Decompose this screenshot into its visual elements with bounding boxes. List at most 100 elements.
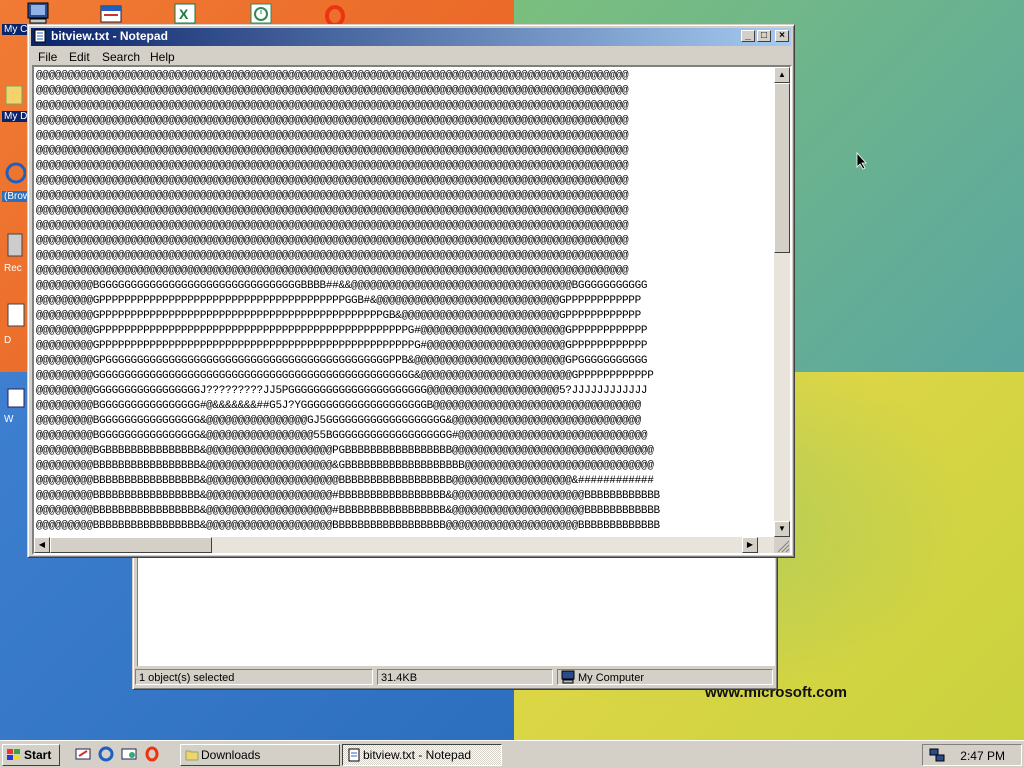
scroll-up-button[interactable]: ▲ (774, 67, 790, 83)
taskbar: Start Downloads bitview.txt - Notepad 2:… (0, 740, 1024, 768)
minimize-icon: _ (745, 30, 751, 41)
internet-explorer-icon[interactable] (98, 746, 114, 762)
text-line: @@@@@@@@@GPGGGGGGGGGGGGGGGGGGGGGGGGGGGGG… (36, 355, 648, 367)
network-tray-icon[interactable] (929, 747, 945, 763)
text-line: @@@@@@@@@BBBBBBBBBBBBBBBBB&@@@@@@@@@@@@@… (36, 490, 660, 502)
desktop-icon-label: (Brow (2, 191, 31, 202)
browser-icon (5, 162, 27, 184)
start-label: Start (24, 748, 52, 762)
desktop-icon-my-computer[interactable]: My C (2, 22, 30, 35)
notepad-edit-area[interactable]: @@@@@@@@@@@@@@@@@@@@@@@@@@@@@@@@@@@@@@@@… (32, 65, 792, 555)
text-line: @@@@@@@@@BGGGGGGGGGGGGGGGG&@@@@@@@@@@@@@… (36, 430, 648, 442)
my-documents-icon (5, 85, 23, 105)
arrow-left-icon: ◀ (38, 540, 46, 549)
taskbar-button-downloads[interactable]: Downloads (180, 744, 340, 766)
outlook-icon[interactable] (98, 2, 124, 24)
text-line: @@@@@@@@@@@@@@@@@@@@@@@@@@@@@@@@@@@@@@@@… (36, 205, 629, 217)
text-line: @@@@@@@@@@@@@@@@@@@@@@@@@@@@@@@@@@@@@@@@… (36, 130, 629, 142)
text-line: @@@@@@@@@BGGGGGGGGGGGGGGGGGGGGGGGGGGGGGG… (36, 280, 648, 292)
text-line: @@@@@@@@@@@@@@@@@@@@@@@@@@@@@@@@@@@@@@@@… (36, 85, 629, 97)
text-line: @@@@@@@@@GPPPPPPPPPPPPPPPPPPPPPPPPPPPPPP… (36, 295, 641, 307)
text-line: @@@@@@@@@GPPPPPPPPPPPPPPPPPPPPPPPPPPPPPP… (36, 325, 648, 337)
notepad-icon (34, 29, 46, 43)
text-line: @@@@@@@@@BBBBBBBBBBBBBBBBB&@@@@@@@@@@@@@… (36, 460, 654, 472)
close-button[interactable]: × (775, 30, 789, 42)
resize-grip-icon (777, 540, 790, 553)
desktop-icon-word[interactable]: W (2, 385, 30, 425)
text-line: @@@@@@@@@BGGGGGGGGGGGGGGGG&@@@@@@@@@@@@@… (36, 415, 641, 427)
menu-edit[interactable]: Edit (69, 50, 90, 64)
status-size: 31.4KB (377, 669, 553, 685)
text-line: @@@@@@@@@BBBBBBBBBBBBBBBBB&@@@@@@@@@@@@@… (36, 520, 660, 532)
desktop-icon-document[interactable]: D (2, 300, 30, 346)
scroll-down-button[interactable]: ▼ (774, 521, 790, 537)
status-location: My Computer (557, 669, 773, 685)
scroll-left-button[interactable]: ◀ (34, 537, 50, 553)
horizontal-scroll-thumb[interactable] (50, 537, 212, 553)
text-line: @@@@@@@@@BBBBBBBBBBBBBBBBB&@@@@@@@@@@@@@… (36, 505, 660, 517)
outlook-express-icon[interactable] (121, 746, 137, 762)
text-line: @@@@@@@@@GGGGGGGGGGGGGGGGGGGGGGGGGGGGGGG… (36, 370, 654, 382)
status-selection: 1 object(s) selected (135, 669, 373, 685)
scheduler-icon[interactable] (248, 2, 274, 24)
mouse-cursor-icon (856, 152, 867, 170)
desktop-icon-my-documents[interactable]: My D (2, 80, 30, 122)
my-computer-small-icon (561, 670, 575, 684)
window-title: bitview.txt - Notepad (51, 29, 168, 43)
text-line: @@@@@@@@@@@@@@@@@@@@@@@@@@@@@@@@@@@@@@@@… (36, 265, 629, 277)
text-line: @@@@@@@@@@@@@@@@@@@@@@@@@@@@@@@@@@@@@@@@… (36, 190, 629, 202)
text-line: @@@@@@@@@GGGGGGGGGGGGGGGGGJ?????????JJ5P… (36, 385, 648, 397)
vertical-scroll-thumb[interactable] (774, 83, 790, 253)
text-line: @@@@@@@@@@@@@@@@@@@@@@@@@@@@@@@@@@@@@@@@… (36, 100, 629, 112)
document-icon (7, 303, 25, 327)
show-desktop-icon[interactable] (75, 746, 91, 762)
close-icon: × (779, 30, 785, 41)
windows-logo-icon (7, 749, 20, 760)
my-computer-icon[interactable] (26, 2, 52, 24)
notepad-icon (348, 748, 360, 762)
opera-icon[interactable] (322, 2, 348, 24)
desktop-icon-label: W (4, 414, 14, 425)
notepad-title-bar[interactable]: bitview.txt - Notepad _ □ × (31, 28, 791, 46)
explorer-status-bar: 1 object(s) selected 31.4KB My Computer (135, 669, 775, 687)
menu-help[interactable]: Help (150, 50, 175, 64)
start-button[interactable]: Start (2, 744, 60, 766)
taskbar-button-label: Downloads (201, 748, 261, 762)
folder-icon (185, 750, 199, 761)
desktop-icon-label: My C (2, 24, 30, 35)
size-grip[interactable] (774, 537, 790, 553)
taskbar-button-label: bitview.txt - Notepad (363, 748, 472, 762)
text-line: @@@@@@@@@GPPPPPPPPPPPPPPPPPPPPPPPPPPPPPP… (36, 340, 648, 352)
text-line: @@@@@@@@@BGBBBBBBBBBBBBBBB&@@@@@@@@@@@@@… (36, 445, 654, 457)
clock[interactable]: 2:47 PM (960, 749, 1005, 763)
taskbar-button-notepad[interactable]: bitview.txt - Notepad (342, 744, 502, 766)
minimize-button[interactable]: _ (741, 30, 755, 42)
menu-search[interactable]: Search (102, 50, 140, 64)
text-line: @@@@@@@@@@@@@@@@@@@@@@@@@@@@@@@@@@@@@@@@… (36, 160, 629, 172)
opera-quicklaunch-icon[interactable] (144, 746, 160, 762)
text-line: @@@@@@@@@@@@@@@@@@@@@@@@@@@@@@@@@@@@@@@@… (36, 175, 629, 187)
menu-file[interactable]: File (38, 50, 57, 64)
horizontal-scrollbar[interactable]: ◀ ▶ (34, 537, 774, 553)
text-line: @@@@@@@@@@@@@@@@@@@@@@@@@@@@@@@@@@@@@@@@… (36, 220, 629, 232)
text-line: @@@@@@@@@@@@@@@@@@@@@@@@@@@@@@@@@@@@@@@@… (36, 115, 629, 127)
text-line: @@@@@@@@@@@@@@@@@@@@@@@@@@@@@@@@@@@@@@@@… (36, 250, 629, 262)
text-line: @@@@@@@@@@@@@@@@@@@@@@@@@@@@@@@@@@@@@@@@… (36, 235, 629, 247)
svg-text:X: X (179, 6, 189, 22)
word-icon (7, 388, 25, 408)
text-line: @@@@@@@@@GPPPPPPPPPPPPPPPPPPPPPPPPPPPPPP… (36, 310, 641, 322)
maximize-button[interactable]: □ (757, 30, 771, 42)
text-line: @@@@@@@@@BBBBBBBBBBBBBBBBB&@@@@@@@@@@@@@… (36, 475, 654, 487)
recycle-bin-icon (7, 233, 23, 257)
vertical-scrollbar[interactable]: ▲ ▼ (774, 67, 790, 537)
explorer-content-area[interactable] (137, 557, 775, 666)
text-line: @@@@@@@@@@@@@@@@@@@@@@@@@@@@@@@@@@@@@@@@… (36, 145, 629, 157)
excel-icon[interactable]: X (172, 2, 198, 24)
scroll-right-button[interactable]: ▶ (742, 537, 758, 553)
notepad-text[interactable]: @@@@@@@@@@@@@@@@@@@@@@@@@@@@@@@@@@@@@@@@… (36, 69, 774, 539)
desktop-icon-recycle-bin[interactable]: Rec (2, 228, 30, 274)
status-location-label: My Computer (578, 672, 645, 684)
text-line: @@@@@@@@@BGGGGGGGGGGGGGGGG#@&&&&&&&##G5J… (36, 400, 641, 412)
desktop-icon-browser[interactable]: (Brow (2, 160, 30, 202)
menu-bar: File Edit Search Help (31, 47, 791, 66)
